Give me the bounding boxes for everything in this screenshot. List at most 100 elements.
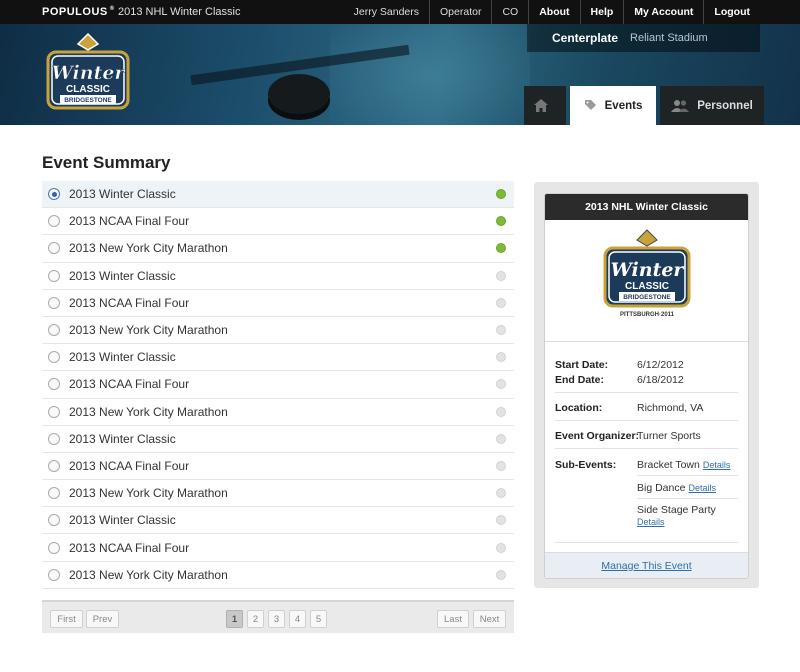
event-radio[interactable] — [48, 296, 60, 309]
user-name-link[interactable]: Jerry Sanders — [344, 0, 429, 24]
role-link[interactable]: Operator — [429, 0, 491, 24]
event-row[interactable]: 2013 NCAA Final Four — [42, 290, 514, 317]
sub-event-details-link[interactable]: Details — [703, 460, 731, 470]
card-divider — [545, 341, 748, 342]
sub-events-label: Sub-Events: — [555, 459, 617, 471]
sub-event-item: Bracket Town Details — [637, 459, 730, 471]
event-name: 2013 NCAA Final Four — [69, 295, 190, 310]
sub-event-name: Big Dance — [637, 482, 686, 494]
event-radio[interactable] — [48, 188, 60, 201]
topbar-event-title: 2013 NHL Winter Classic — [118, 6, 241, 18]
sub-event-details-link[interactable]: Details — [637, 517, 665, 527]
svg-text:BRIDGESTONE: BRIDGESTONE — [64, 97, 112, 104]
event-radio[interactable] — [48, 269, 60, 282]
venue-name[interactable]: Centerplate — [552, 31, 618, 45]
my-account-link[interactable]: My Account — [623, 0, 703, 24]
sub-event-details-link[interactable]: Details — [688, 483, 716, 493]
page-1-button[interactable]: 1 — [226, 610, 243, 628]
event-radio[interactable] — [48, 514, 60, 527]
tab-personnel[interactable]: Personnel — [660, 86, 764, 125]
page-2-button[interactable]: 2 — [247, 610, 264, 628]
divider — [555, 420, 738, 421]
status-dot-icon — [496, 297, 506, 308]
event-row[interactable]: 2013 New York City Marathon — [42, 317, 514, 345]
event-radio[interactable] — [48, 487, 60, 500]
event-name: 2013 NCAA Final Four — [69, 377, 190, 392]
winter-classic-logo[interactable]: Winter CLASSIC BRIDGESTONE — [40, 30, 136, 120]
manage-event-link[interactable]: Manage This Event — [601, 560, 691, 572]
svg-text:BRIDGESTONE: BRIDGESTONE — [623, 294, 671, 301]
tab-events[interactable]: Events — [570, 86, 656, 125]
home-icon — [534, 99, 548, 112]
event-radio[interactable] — [48, 568, 60, 581]
event-row[interactable]: 2013 Winter Classic — [42, 426, 514, 453]
event-row[interactable]: 2013 NCAA Final Four — [42, 371, 514, 399]
top-links: Jerry Sanders Operator CO About Help My … — [344, 0, 760, 24]
about-link[interactable]: About — [528, 0, 579, 24]
page-3-button[interactable]: 3 — [268, 610, 285, 628]
event-row[interactable]: 2013 Winter Classic — [42, 507, 514, 535]
event-name: 2013 Winter Classic — [69, 431, 176, 446]
event-row[interactable]: 2013 NCAA Final Four — [42, 208, 514, 236]
event-radio[interactable] — [48, 215, 60, 228]
event-name: 2013 NCAA Final Four — [69, 214, 190, 229]
state-link[interactable]: CO — [491, 0, 528, 24]
prev-page-button[interactable]: Prev — [86, 610, 119, 628]
last-page-button[interactable]: Last — [437, 610, 469, 628]
svg-text:Winter: Winter — [611, 259, 686, 281]
next-page-button[interactable]: Next — [473, 610, 506, 628]
event-row[interactable]: 2013 New York City Marathon — [42, 399, 514, 426]
event-radio[interactable] — [48, 405, 60, 418]
event-radio[interactable] — [48, 351, 60, 364]
hockey-puck-graphic — [268, 74, 330, 114]
tab-events-label: Events — [604, 99, 643, 112]
event-radio[interactable] — [48, 541, 60, 554]
event-radio[interactable] — [48, 324, 60, 337]
event-row[interactable]: 2013 NCAA Final Four — [42, 453, 514, 481]
tab-home[interactable] — [524, 86, 566, 125]
event-radio[interactable] — [48, 242, 60, 255]
tag-icon — [584, 100, 596, 110]
tab-personnel-label: Personnel — [697, 99, 753, 112]
start-date-label: Start Date: — [555, 359, 609, 371]
event-radio[interactable] — [48, 459, 60, 472]
sub-event-name: Side Stage Party — [637, 504, 716, 516]
svg-text:CLASSIC: CLASSIC — [66, 84, 110, 95]
page-5-button[interactable]: 5 — [310, 610, 327, 628]
event-row[interactable]: 2013 New York City Marathon — [42, 235, 514, 263]
event-radio[interactable] — [48, 378, 60, 391]
event-row[interactable]: 2013 NCAA Final Four — [42, 534, 514, 562]
help-link[interactable]: Help — [579, 0, 624, 24]
event-row[interactable]: 2013 New York City Marathon — [42, 480, 514, 508]
brand-logo[interactable]: POPULOUS ® — [42, 6, 115, 18]
event-row[interactable]: 2013 New York City Marathon — [42, 562, 514, 589]
banner-glow — [330, 24, 530, 125]
status-dot-icon — [496, 379, 506, 390]
svg-text:CLASSIC: CLASSIC — [625, 281, 669, 292]
event-logo: Winter CLASSIC BRIDGESTONE PITTSBURGH·20… — [599, 228, 695, 324]
status-dot-icon — [496, 406, 506, 417]
event-row[interactable]: 2013 Winter Classic — [42, 263, 514, 290]
status-dot-icon — [496, 488, 506, 499]
first-page-button[interactable]: First — [50, 610, 83, 628]
event-row[interactable]: 2013 Winter Classic — [42, 344, 514, 372]
page-4-button[interactable]: 4 — [289, 610, 306, 628]
event-name: 2013 New York City Marathon — [69, 404, 228, 419]
svg-text:PITTSBURGH·2011: PITTSBURGH·2011 — [620, 312, 675, 318]
status-dot-icon — [496, 460, 506, 471]
event-name: 2013 New York City Marathon — [69, 486, 228, 501]
status-dot-icon — [496, 243, 506, 254]
divider — [555, 448, 738, 449]
event-radio[interactable] — [48, 432, 60, 445]
organizer-label: Event Organizer: — [555, 430, 640, 442]
location-label: Location: — [555, 402, 603, 414]
event-row[interactable]: 2013 Winter Classic — [42, 181, 514, 209]
event-name: 2013 New York City Marathon — [69, 567, 228, 582]
event-name: 2013 Winter Classic — [69, 187, 176, 202]
end-date-value: 6/18/2012 — [637, 374, 684, 386]
event-name: 2013 NCAA Final Four — [69, 458, 190, 473]
venue-bar: Centerplate Reliant Stadium — [527, 24, 760, 52]
divider — [637, 475, 738, 476]
logout-link[interactable]: Logout — [703, 0, 760, 24]
stadium-name[interactable]: Reliant Stadium — [630, 32, 708, 44]
